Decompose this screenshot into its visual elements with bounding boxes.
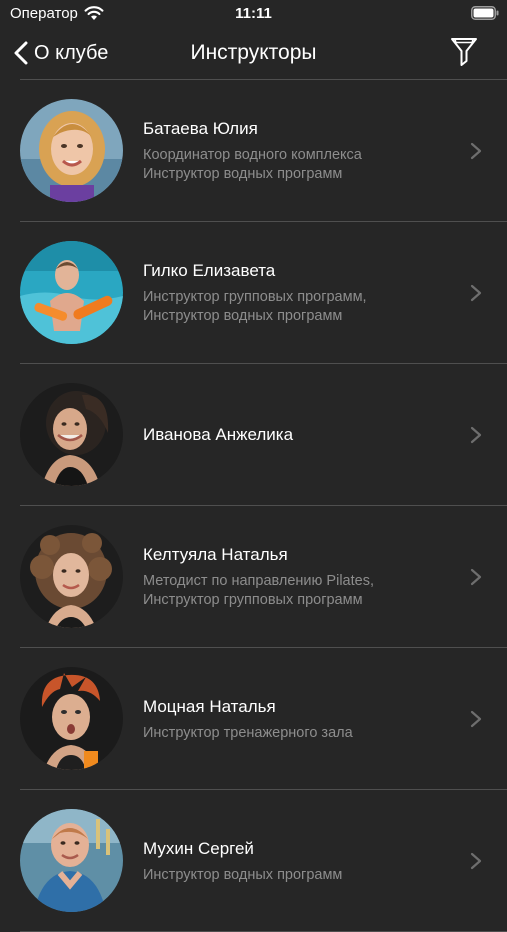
instructor-row[interactable]: Келтуяла Наталья Методист по направлению… — [0, 506, 507, 648]
back-button[interactable]: О клубе — [14, 38, 108, 68]
instructor-name: Батаева Юлия — [143, 119, 258, 138]
instructor-role: Инструктор водных программ — [143, 308, 343, 324]
clock-time: 11:11 — [235, 5, 272, 22]
instructor-role: Инструктор тренажерного зала — [143, 724, 353, 741]
instructor-name: Моцная Наталья — [143, 696, 276, 716]
instructor-row[interactable]: Иванова Анжелика — [0, 364, 507, 506]
chevron-right-icon — [470, 852, 482, 870]
instructor-row[interactable]: Гилко Елизавета Инструктор групповых про… — [0, 222, 507, 364]
battery-icon — [471, 6, 499, 20]
instructor-roles: Инструктор тренажерного зала — [143, 724, 453, 743]
navigation-bar: О клубе Инструкторы — [0, 30, 507, 78]
chevron-right-icon — [470, 142, 482, 160]
back-button-label: О клубе — [34, 41, 109, 64]
instructor-role: Инструктор водных программ — [143, 866, 343, 883]
instructor-name: Иванова Анжелика — [143, 425, 294, 444]
instructor-info: Иванова Анжелика — [143, 364, 453, 506]
instructor-role: Инструктор групповых программ, — [143, 289, 367, 305]
instructor-name: Келтуяла Наталья — [143, 545, 288, 564]
chevron-right-icon — [470, 568, 482, 586]
chevron-left-icon — [14, 41, 28, 65]
instructor-roles: Координатор водного комплекса Инструктор… — [143, 146, 453, 184]
chevron-right-icon — [470, 710, 482, 728]
instructor-info: Моцная Наталья Инструктор тренажерного з… — [143, 648, 453, 790]
instructor-roles: Инструктор групповых программ, Инструкто… — [143, 288, 453, 326]
instructor-avatar — [20, 809, 123, 912]
instructor-info: Мухин Сергей Инструктор водных программ — [143, 790, 453, 932]
filter-icon[interactable] — [449, 36, 479, 70]
instructor-avatar — [20, 525, 123, 628]
instructor-name: Мухин Сергей — [143, 838, 254, 858]
instructor-info: Гилко Елизавета Инструктор групповых про… — [143, 222, 453, 364]
instructor-avatar — [20, 667, 123, 770]
instructor-role: Инструктор водных программ — [143, 166, 343, 182]
instructor-info: Батаева Юлия Координатор водного комплек… — [143, 80, 453, 222]
instructor-row[interactable]: Батаева Юлия Координатор водного комплек… — [0, 80, 507, 222]
instructor-roles: Методист по направлению Pilates, Инструк… — [143, 572, 453, 610]
instructor-name: Гилко Елизавета — [143, 261, 276, 280]
instructor-role: Координатор водного комплекса — [143, 147, 362, 163]
instructors-list: Батаева Юлия Координатор водного комплек… — [0, 80, 507, 932]
instructor-avatar — [20, 241, 123, 344]
instructor-roles: Инструктор водных программ — [143, 866, 453, 885]
status-bar: Оператор 11:11 — [0, 0, 507, 30]
instructor-role: Методист по направлению Pilates, — [143, 573, 374, 589]
chevron-right-icon — [470, 284, 482, 302]
instructor-row[interactable]: Моцная Наталья Инструктор тренажерного з… — [0, 648, 507, 790]
instructor-avatar — [20, 383, 123, 486]
instructor-role: Инструктор групповых программ — [143, 592, 363, 608]
instructor-info: Келтуяла Наталья Методист по направлению… — [143, 506, 453, 648]
instructor-row[interactable]: Мухин Сергей Инструктор водных программ — [0, 790, 507, 932]
chevron-right-icon — [470, 426, 482, 444]
instructor-avatar — [20, 99, 123, 202]
